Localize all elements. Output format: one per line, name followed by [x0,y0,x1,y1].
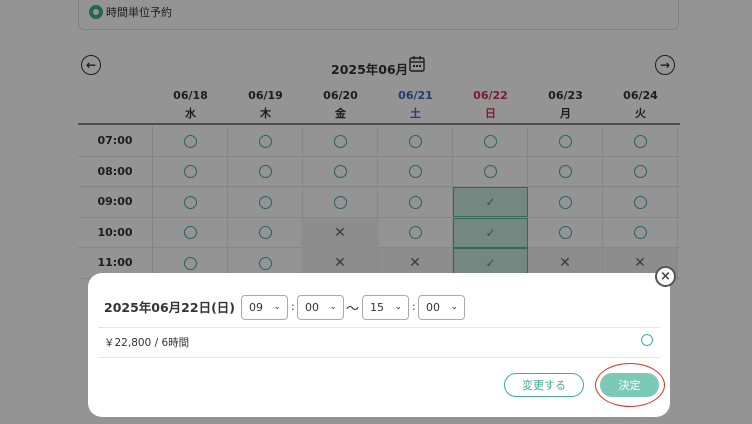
chevron-down-icon: ⌄ [450,302,458,312]
start-minute-select[interactable]: 00 ⌄ [297,295,344,320]
modal-divider [98,357,660,358]
selected-date-label: 2025年06月22日(日) [104,300,236,315]
start-hour-select[interactable]: 09 ⌄ [241,295,288,320]
time-colon: : [291,300,295,313]
end-minute-value: 00 [426,301,440,314]
price-text: ￥22,800 / 6時間 [104,337,190,349]
end-hour-value: 15 [370,301,384,314]
change-button[interactable]: 変更する [504,373,584,397]
end-minute-select[interactable]: 00 ⌄ [418,295,465,320]
circle-icon [641,334,653,346]
start-minute-value: 00 [305,301,319,314]
decide-button[interactable]: 決定 [600,373,659,397]
chevron-down-icon: ⌄ [273,302,281,312]
start-hour-value: 09 [249,301,263,314]
end-hour-select[interactable]: 15 ⌄ [362,295,409,320]
booking-page: 時間単位予約 ← 2025年06月 → 06/18 水 06/19 木 06/20 金 06… [0,0,752,424]
time-colon: : [412,300,416,313]
time-select-modal: 2025年06月22日(日) 09 ⌄ : 00 ⌄ 〜 15 ⌄ : 00 ⌄… [88,273,670,417]
chevron-down-icon: ⌄ [394,302,402,312]
range-tilde: 〜 [346,302,360,317]
close-icon[interactable]: × [655,266,676,287]
chevron-down-icon: ⌄ [329,302,337,312]
modal-divider [98,327,660,328]
